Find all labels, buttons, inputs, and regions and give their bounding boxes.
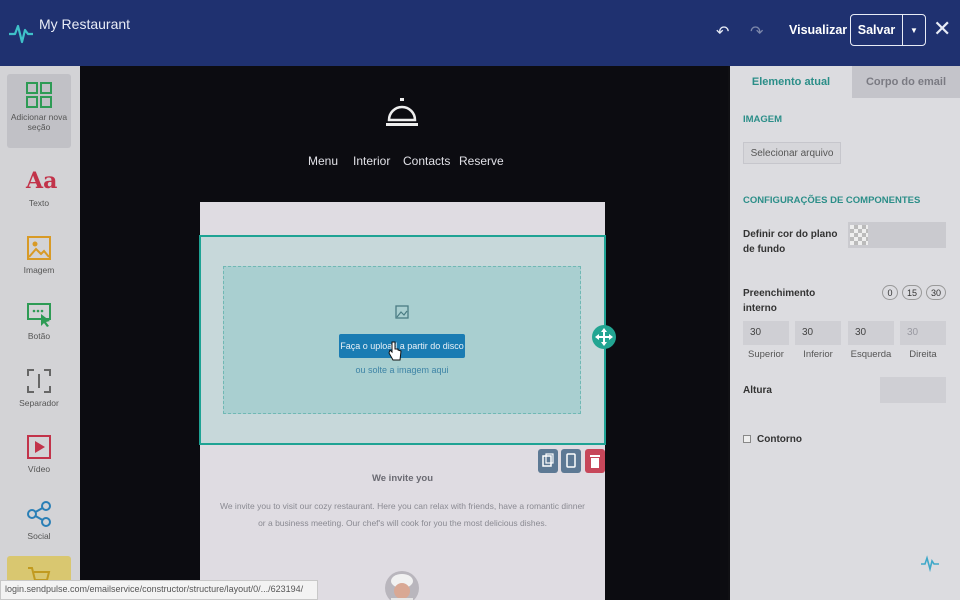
move-icon[interactable] [592,325,616,349]
padding-label: Preenchimento interno [743,288,816,314]
height-label: Altura [743,385,772,396]
components-section-heading: CONFIGURAÇÕES DE COMPONENTES [743,195,921,206]
sidebar-item-label: Imagem [23,265,55,275]
image-section-heading: IMAGEM [743,114,783,125]
padding-left-label: Esquerda [850,349,892,360]
top-bar: My Restaurant ↶ ↷ Visualizar Salvar ▼ ✕ [0,0,960,66]
separator-icon [27,369,51,393]
sidebar-item-image[interactable]: Imagem [7,227,71,289]
sidebar-item-video[interactable]: Vídeo [7,426,71,488]
padding-left-input[interactable]: 30 [848,321,894,345]
image-placeholder-icon [395,305,409,319]
image-icon [27,236,51,260]
sidebar-item-text[interactable]: Aa Texto [7,160,71,222]
tab-current-element[interactable]: Elemento atual [730,66,852,98]
bg-color-label: Definir cor do plano de fundo [743,229,838,255]
nav-link-menu[interactable]: Menu [308,154,338,168]
close-icon[interactable]: ✕ [933,18,951,40]
status-url: login.sendpulse.com/emailservice/constru… [0,580,318,600]
padding-preset-15[interactable]: 15 [902,285,922,300]
grid-icon [26,82,52,108]
invite-heading: We invite you [371,473,434,484]
video-icon [27,435,51,459]
padding-bottom-label: Inferior [803,349,833,360]
delete-icon[interactable] [585,449,605,473]
bg-color-picker[interactable] [848,222,946,248]
text-icon: Aa [26,168,58,194]
sidebar-item-label: Botão [27,331,51,341]
border-label: Contorno [757,434,802,445]
save-dropdown-chevron-icon[interactable]: ▼ [903,15,925,45]
padding-top-input[interactable]: 30 [743,321,789,345]
undo-icon[interactable]: ↶ [716,22,729,42]
sidebar-item-separator[interactable]: Separador [7,360,71,422]
padding-top-label: Superior [748,349,784,360]
padding-right-input[interactable]: 30 [900,321,946,345]
padding-preset-0[interactable]: 0 [882,285,898,300]
pulse-logo-icon [921,555,939,572]
save-button-group: Salvar ▼ [850,14,926,46]
nav-link-interior[interactable]: Interior [353,154,390,168]
preview-button[interactable]: Visualizar [789,23,847,37]
height-input[interactable] [880,377,946,403]
padding-bottom-input[interactable]: 30 [795,321,841,345]
nav-link-reserve[interactable]: Reserve [459,154,504,168]
padding-right-label: Direita [909,349,937,360]
mobile-view-icon[interactable] [561,449,581,473]
hand-cursor-icon [388,341,402,361]
nav-link-contacts[interactable]: Contacts [403,154,450,168]
app-title: My Restaurant [39,16,131,32]
restaurant-bell-icon [386,98,418,126]
transparent-swatch [850,225,868,245]
select-file-button[interactable]: Selecionar arquivo [743,142,841,164]
save-button[interactable]: Salvar [851,15,903,45]
redo-icon[interactable]: ↷ [750,22,763,42]
button-icon [27,303,51,327]
invite-paragraph: We invite you to visit our cozy restaura… [219,501,586,528]
sidebar-item-social[interactable]: Social [7,493,71,555]
sidebar-item-label: Adicionar nova seção [10,112,68,132]
tab-email-body[interactable]: Corpo do email [852,66,960,98]
sidebar-item-label: Separador [19,398,59,408]
share-icon [27,501,51,527]
border-checkbox[interactable] [743,435,751,443]
elements-sidebar: Adicionar nova seção Aa Texto Imagem Bot… [0,66,80,600]
chef-avatar [385,571,419,600]
sidebar-item-label: Social [27,531,51,541]
upload-from-disk-button[interactable]: Faça o upload a partir do disco [339,334,465,358]
drop-image-hint: ou solte a imagem aqui [355,365,449,375]
pulse-logo-icon [9,24,33,44]
padding-preset-30[interactable]: 30 [926,285,946,300]
copy-icon[interactable] [538,449,558,473]
sidebar-item-add-section[interactable]: Adicionar nova seção [7,74,71,148]
sidebar-item-label: Vídeo [27,464,51,474]
sidebar-item-label: Texto [28,198,50,208]
sidebar-item-button[interactable]: Botão [7,293,71,355]
